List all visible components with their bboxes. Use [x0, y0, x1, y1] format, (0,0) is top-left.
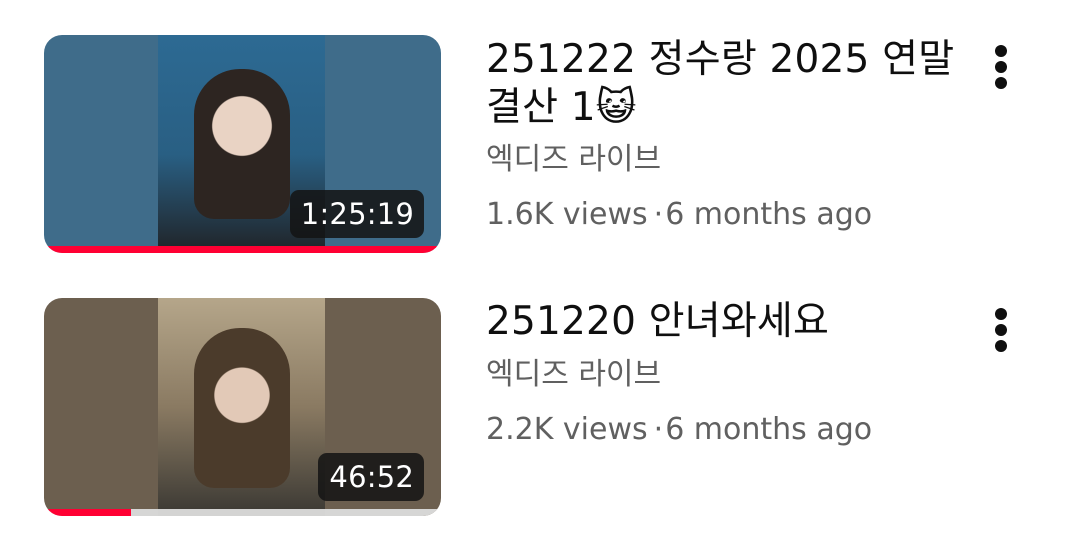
view-count: 2.2K views	[486, 412, 648, 447]
metadata-separator: ·	[653, 197, 664, 232]
video-duration: 1:25:19	[289, 190, 424, 238]
view-count: 1.6K views	[486, 197, 648, 232]
watch-progress-track	[44, 509, 441, 516]
more-options-button[interactable]	[984, 41, 1020, 95]
thumbnail-person-image	[194, 69, 290, 219]
video-thumbnail[interactable]: 46:52	[44, 298, 441, 516]
video-list-item[interactable]: 46:52 251220 안녀와세요 엑디즈 라이브 2.2K views ·6 …	[0, 270, 1080, 538]
channel-name[interactable]: 엑디즈 라이브	[486, 356, 986, 394]
video-duration: 46:52	[318, 453, 424, 501]
video-title[interactable]: 251222 정수랑 2025 연말 결산 1😺	[486, 36, 986, 132]
more-vertical-icon	[995, 308, 1007, 320]
channel-name[interactable]: 엑디즈 라이브	[486, 141, 986, 179]
more-vertical-icon-dot	[995, 61, 1007, 73]
upload-age: 6 months ago	[665, 197, 873, 232]
watch-progress-track	[44, 246, 441, 253]
more-vertical-icon-dot	[995, 340, 1007, 352]
thumbnail-frame	[158, 298, 325, 516]
more-options-button[interactable]	[984, 304, 1020, 358]
video-metadata: 251220 안녀와세요 엑디즈 라이브 2.2K views ·6 months…	[486, 298, 986, 449]
more-vertical-icon-dot	[995, 77, 1007, 89]
more-vertical-icon	[995, 45, 1007, 57]
metadata-separator: ·	[653, 412, 664, 447]
video-stats: 2.2K views ·6 months ago	[486, 411, 986, 449]
video-list-item[interactable]: 1:25:19 251222 정수랑 2025 연말 결산 1😺 엑디즈 라이브…	[0, 0, 1080, 270]
thumbnail-person-image	[194, 328, 290, 488]
watch-progress-fill	[44, 246, 441, 253]
upload-age: 6 months ago	[665, 412, 873, 447]
more-vertical-icon-dot	[995, 324, 1007, 336]
video-metadata: 251222 정수랑 2025 연말 결산 1😺 엑디즈 라이브 1.6K vi…	[486, 36, 986, 234]
video-thumbnail[interactable]: 1:25:19	[44, 35, 441, 253]
video-stats: 1.6K views ·6 months ago	[486, 196, 986, 234]
watch-progress-fill	[44, 509, 132, 516]
video-title[interactable]: 251220 안녀와세요	[486, 298, 986, 346]
